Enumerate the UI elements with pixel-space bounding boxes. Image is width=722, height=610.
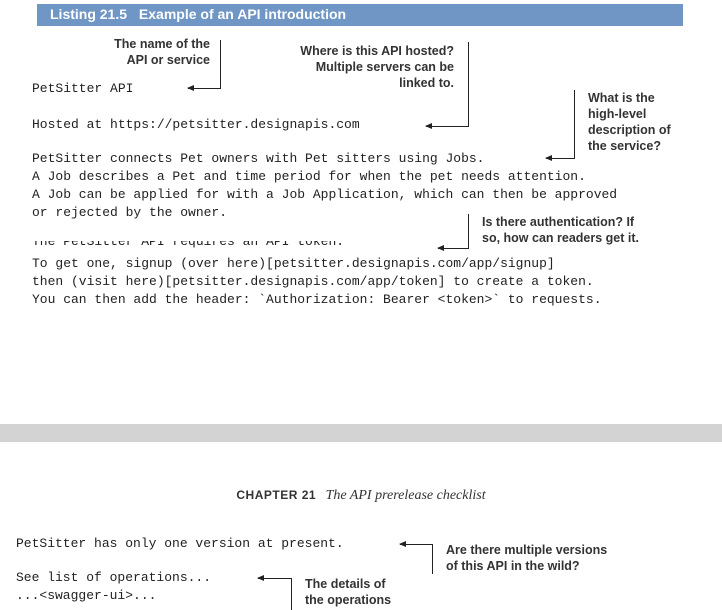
annotation-operations-bracket [291,578,292,610]
chapter-label: CHAPTER 21 [236,488,317,502]
code-line-auth-clipped-wrap: The PetSitter API requires an API token. [32,241,344,251]
annotation-hosted-line-1: Where is this API hosted? [300,44,454,58]
annotation-name-line-1: The name of the [114,37,210,51]
annotation-description: What is the high-level description of th… [588,90,698,154]
listing-caption: Example of an API introduction [138,6,347,22]
annotation-auth-bracket [468,214,469,248]
annotation-operations: The details of the operations [305,576,445,608]
annotation-versions-bracket [432,544,433,574]
annotation-auth-line-1: Is there authentication? If [482,215,635,229]
annotation-description-leader [550,158,575,159]
annotation-auth-leader [442,248,469,249]
code-line-auth-1: The PetSitter API requires an API token. [32,241,345,249]
annotation-operations-arrow-icon [257,575,264,581]
code-line-operations-2: ...<swagger-ui>... [16,588,157,603]
annotation-description-line-3: description of [588,123,671,137]
annotation-hosted: Where is this API hosted? Multiple serve… [262,43,454,91]
annotation-name-leader [190,88,221,89]
listing-title: Listing 21.5 Example of an API introduct… [50,6,346,22]
annotation-versions-line-2: of this API in the wild? [446,559,580,573]
code-line-hosted: Hosted at https://petsitter.designapis.c… [32,117,360,132]
annotation-name: The name of the API or service [96,36,210,68]
code-line-auth-4: You can then add the header: `Authorizat… [32,292,602,307]
annotation-auth-arrow-icon [437,245,444,251]
annotation-versions: Are there multiple versions of this API … [446,542,676,574]
annotation-hosted-line-3: linked to. [399,76,454,90]
annotation-description-arrow-icon [545,155,552,161]
annotation-description-line-2: high-level [588,107,647,121]
code-line-auth-3: then (visit here)[petsitter.designapis.c… [32,274,594,289]
annotation-hosted-arrow-icon [425,123,432,129]
code-line-operations-1: See list of operations... [16,570,212,585]
annotation-versions-arrow-icon [399,541,406,547]
page-break-band [0,424,722,442]
chapter-title: The API prerelease checklist [325,488,486,503]
annotation-hosted-line-2: Multiple servers can be [315,60,454,74]
annotation-hosted-leader [430,126,469,127]
annotation-versions-leader [404,544,433,545]
annotation-description-bracket [574,90,575,158]
code-line-desc-3: A Job can be applied for with a Job Appl… [32,187,618,202]
annotation-hosted-bracket [468,42,469,126]
annotation-name-bracket [220,40,221,88]
code-line-desc-2: A Job describes a Pet and time period fo… [32,169,586,184]
annotation-auth: Is there authentication? If so, how can … [482,214,682,246]
listing-label: Listing 21.5 [50,6,128,22]
annotation-auth-line-2: so, how can readers get it. [482,231,639,245]
annotation-operations-line-2: the operations [305,593,392,607]
code-line-desc-1: PetSitter connects Pet owners with Pet s… [32,151,485,166]
annotation-operations-leader [262,578,292,579]
code-line-versions: PetSitter has only one version at presen… [16,536,344,551]
annotation-versions-line-1: Are there multiple versions [446,543,608,557]
annotation-description-line-1: What is the [588,91,655,105]
code-line-auth-2: To get one, signup (over here)[petsitter… [32,256,555,271]
chapter-running-header: CHAPTER 21 The API prerelease checklist [0,488,722,504]
annotation-operations-line-1: The details of [305,577,386,591]
code-line-desc-4: or rejected by the owner. [32,205,228,220]
annotation-name-arrow-icon [187,85,194,91]
code-line-name: PetSitter API [32,81,134,96]
annotation-name-line-2: API or service [126,53,210,67]
annotation-description-line-4: the service? [588,139,661,153]
